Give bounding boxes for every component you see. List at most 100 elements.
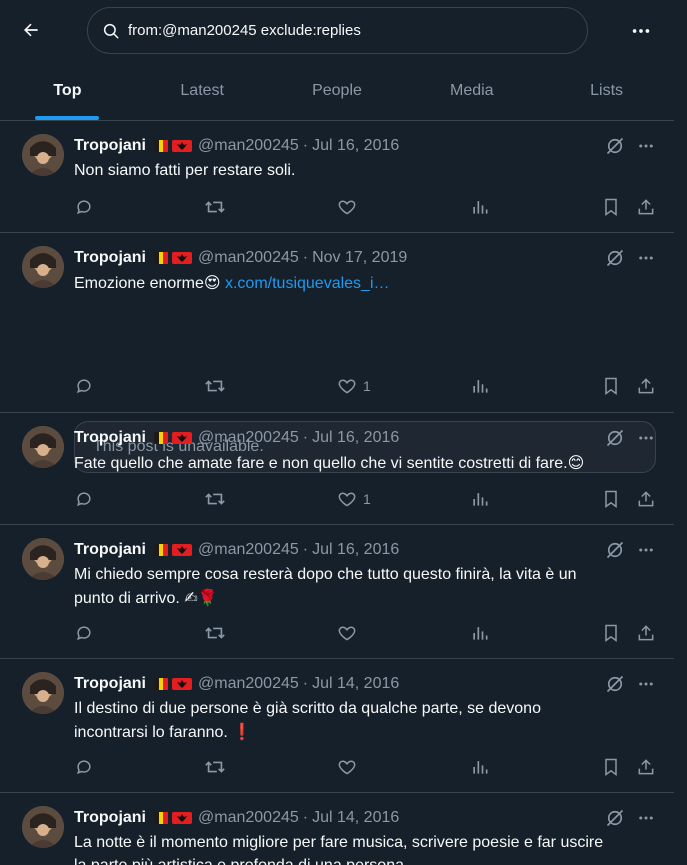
author-handle[interactable]: @man200245 bbox=[198, 429, 299, 447]
tab-label: People bbox=[312, 82, 362, 99]
author-handle[interactable]: @man200245 bbox=[198, 137, 299, 155]
bookmark-button[interactable] bbox=[602, 374, 620, 398]
post-date[interactable]: Jul 16, 2016 bbox=[312, 137, 399, 155]
post[interactable]: Tropojani @man200245 · Jul 16, 2016 Non … bbox=[0, 121, 674, 233]
bookmark-icon bbox=[605, 624, 617, 642]
like-button[interactable] bbox=[337, 195, 363, 219]
post-date[interactable]: Jul 16, 2016 bbox=[312, 541, 399, 559]
separator: · bbox=[302, 541, 309, 558]
more-icon bbox=[639, 256, 653, 260]
author-handle[interactable]: @man200245 bbox=[198, 249, 299, 267]
grok-icon[interactable] bbox=[603, 538, 627, 562]
bookmark-button[interactable] bbox=[602, 755, 620, 779]
avatar[interactable] bbox=[22, 538, 64, 580]
like-count: 1 bbox=[363, 378, 371, 394]
separator: · bbox=[302, 809, 309, 826]
emoji: 😍 bbox=[203, 273, 221, 292]
avatar[interactable] bbox=[22, 134, 64, 176]
share-button[interactable] bbox=[636, 621, 656, 645]
post-text: Mi chiedo sempre cosa resterà dopo che t… bbox=[74, 563, 659, 610]
search-input[interactable]: from:@man200245 exclude:replies bbox=[87, 7, 588, 54]
post-date[interactable]: Jul 14, 2016 bbox=[312, 675, 399, 693]
author-name[interactable]: Tropojani bbox=[74, 249, 146, 267]
share-button[interactable] bbox=[636, 195, 656, 219]
repost-button[interactable] bbox=[204, 374, 226, 398]
post-more-button[interactable] bbox=[634, 806, 658, 830]
grok-icon[interactable] bbox=[603, 672, 627, 696]
post[interactable]: Tropojani @man200245 · Jul 16, 2016 Fate… bbox=[0, 413, 674, 525]
avatar[interactable] bbox=[22, 246, 64, 288]
like-button[interactable]: 1 bbox=[337, 487, 371, 511]
views-button[interactable] bbox=[470, 487, 490, 511]
repost-button[interactable] bbox=[204, 195, 226, 219]
arrow-left-icon bbox=[24, 23, 38, 37]
more-options-button[interactable] bbox=[624, 14, 658, 48]
post-date[interactable]: Jul 14, 2016 bbox=[312, 809, 399, 827]
views-button[interactable] bbox=[470, 374, 490, 398]
grok-icon[interactable] bbox=[603, 134, 627, 158]
post-date[interactable]: Jul 16, 2016 bbox=[312, 429, 399, 447]
reply-button[interactable] bbox=[74, 195, 94, 219]
reply-button[interactable] bbox=[74, 755, 94, 779]
post-link[interactable]: x.com/tusiquevales_i… bbox=[225, 275, 390, 292]
like-button[interactable] bbox=[337, 621, 363, 645]
belgium-flag-icon bbox=[154, 140, 169, 152]
post-text-content: Emozione enorme bbox=[74, 275, 204, 292]
post-more-button[interactable] bbox=[634, 134, 658, 158]
tab-media[interactable]: Media bbox=[404, 62, 539, 120]
bookmark-button[interactable] bbox=[602, 487, 620, 511]
post-date[interactable]: Nov 17, 2019 bbox=[312, 249, 407, 267]
author-name[interactable]: Tropojani bbox=[74, 809, 146, 827]
share-button[interactable] bbox=[636, 487, 656, 511]
share-button[interactable] bbox=[636, 755, 656, 779]
author-handle[interactable]: @man200245 bbox=[198, 675, 299, 693]
grok-icon[interactable] bbox=[603, 246, 627, 270]
author-handle[interactable]: @man200245 bbox=[198, 541, 299, 559]
post[interactable]: Tropojani @man200245 · Jul 14, 2016 La n… bbox=[0, 793, 674, 865]
author-name[interactable]: Tropojani bbox=[74, 429, 146, 447]
scrollbar[interactable] bbox=[674, 0, 687, 865]
bookmark-button[interactable] bbox=[602, 621, 620, 645]
tab-latest[interactable]: Latest bbox=[135, 62, 270, 120]
heart-icon bbox=[338, 626, 356, 641]
author-name[interactable]: Tropojani bbox=[74, 137, 146, 155]
post-text: Non siamo fatti per restare soli. bbox=[74, 162, 296, 179]
views-button[interactable] bbox=[470, 195, 490, 219]
post-more-button[interactable] bbox=[634, 426, 658, 450]
reply-button[interactable] bbox=[74, 487, 94, 511]
reply-icon bbox=[77, 492, 91, 507]
repost-button[interactable] bbox=[204, 487, 226, 511]
repost-button[interactable] bbox=[204, 755, 226, 779]
author-handle[interactable]: @man200245 bbox=[198, 809, 299, 827]
post-more-button[interactable] bbox=[634, 672, 658, 696]
tab-top[interactable]: Top bbox=[0, 62, 135, 120]
avatar[interactable] bbox=[22, 426, 64, 468]
avatar[interactable] bbox=[22, 806, 64, 848]
post-actions bbox=[0, 621, 674, 645]
tab-people[interactable]: People bbox=[270, 62, 405, 120]
grok-icon[interactable] bbox=[603, 806, 627, 830]
share-icon bbox=[638, 199, 654, 215]
author-name[interactable]: Tropojani bbox=[74, 541, 146, 559]
avatar[interactable] bbox=[22, 672, 64, 714]
back-button[interactable] bbox=[14, 13, 48, 47]
post-text-content: Fate quello che amate fare e non quello … bbox=[74, 455, 568, 472]
repost-button[interactable] bbox=[204, 621, 226, 645]
reply-button[interactable] bbox=[74, 374, 94, 398]
author-name[interactable]: Tropojani bbox=[74, 675, 146, 693]
tab-lists[interactable]: Lists bbox=[539, 62, 674, 120]
post-more-button[interactable] bbox=[634, 246, 658, 270]
views-button[interactable] bbox=[470, 755, 490, 779]
share-button[interactable] bbox=[636, 374, 656, 398]
post-more-button[interactable] bbox=[634, 538, 658, 562]
post[interactable]: Tropojani @man200245 · Jul 14, 2016 Il d… bbox=[0, 659, 674, 793]
like-button[interactable]: 1 bbox=[337, 374, 371, 398]
bookmark-button[interactable] bbox=[602, 195, 620, 219]
post[interactable]: Tropojani @man200245 · Jul 16, 2016 Mi c… bbox=[0, 525, 674, 659]
reply-button[interactable] bbox=[74, 621, 94, 645]
albania-flag-icon bbox=[172, 432, 192, 444]
views-button[interactable] bbox=[470, 621, 490, 645]
post[interactable]: Tropojani @man200245 · Nov 17, 2019 Emoz… bbox=[0, 233, 674, 473]
grok-icon[interactable] bbox=[603, 426, 627, 450]
like-button[interactable] bbox=[337, 755, 363, 779]
